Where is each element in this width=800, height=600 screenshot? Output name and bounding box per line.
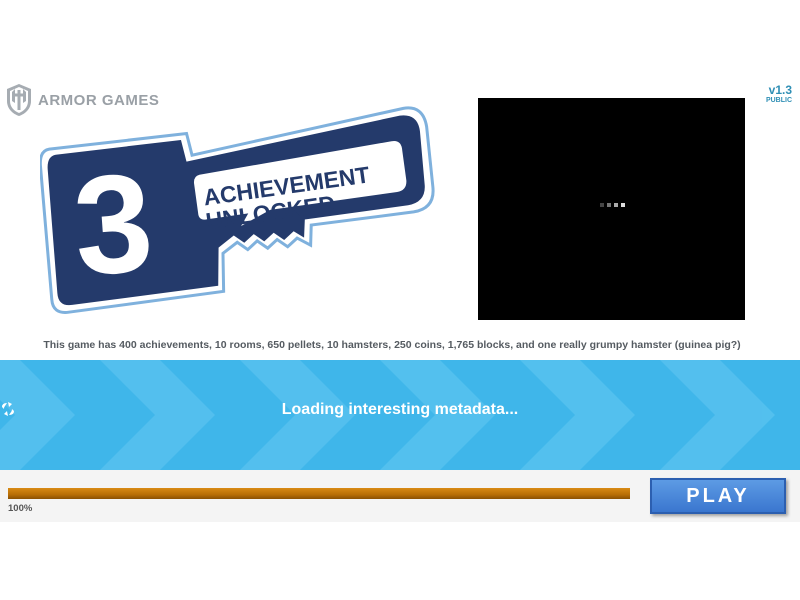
- version-number: v1.3: [768, 83, 792, 97]
- loading-dot: [621, 203, 625, 207]
- game-preloader: ARMOR GAMES v1.3 PUBLIC 3 ACHIEVEMENT UN…: [0, 0, 800, 600]
- loading-dot: [607, 203, 611, 207]
- spinner-icon: [2, 402, 14, 416]
- game-preview-window: [478, 98, 745, 320]
- play-button[interactable]: PLAY: [650, 478, 786, 514]
- loading-message: Loading interesting metadata...: [281, 401, 519, 418]
- loading-dot: [600, 203, 604, 207]
- version-badge: v1.3 PUBLIC: [766, 84, 792, 105]
- progress-percent: 100%: [8, 503, 33, 514]
- preview-loading-dots: [600, 203, 625, 207]
- shield-icon: [7, 84, 31, 116]
- loading-banner: Loading interesting metadata...: [0, 360, 800, 470]
- progress-bar: [8, 488, 630, 499]
- loading-dot: [614, 203, 618, 207]
- version-channel: PUBLIC: [765, 97, 792, 104]
- game-description: This game has 400 achievements, 10 rooms…: [43, 339, 741, 351]
- loading-status: Loading interesting metadata...: [0, 401, 800, 419]
- progress-fill: [8, 488, 630, 499]
- title-digit: 3: [69, 143, 158, 305]
- game-title-logo: 3 ACHIEVEMENT UNLOCKED: [40, 106, 435, 314]
